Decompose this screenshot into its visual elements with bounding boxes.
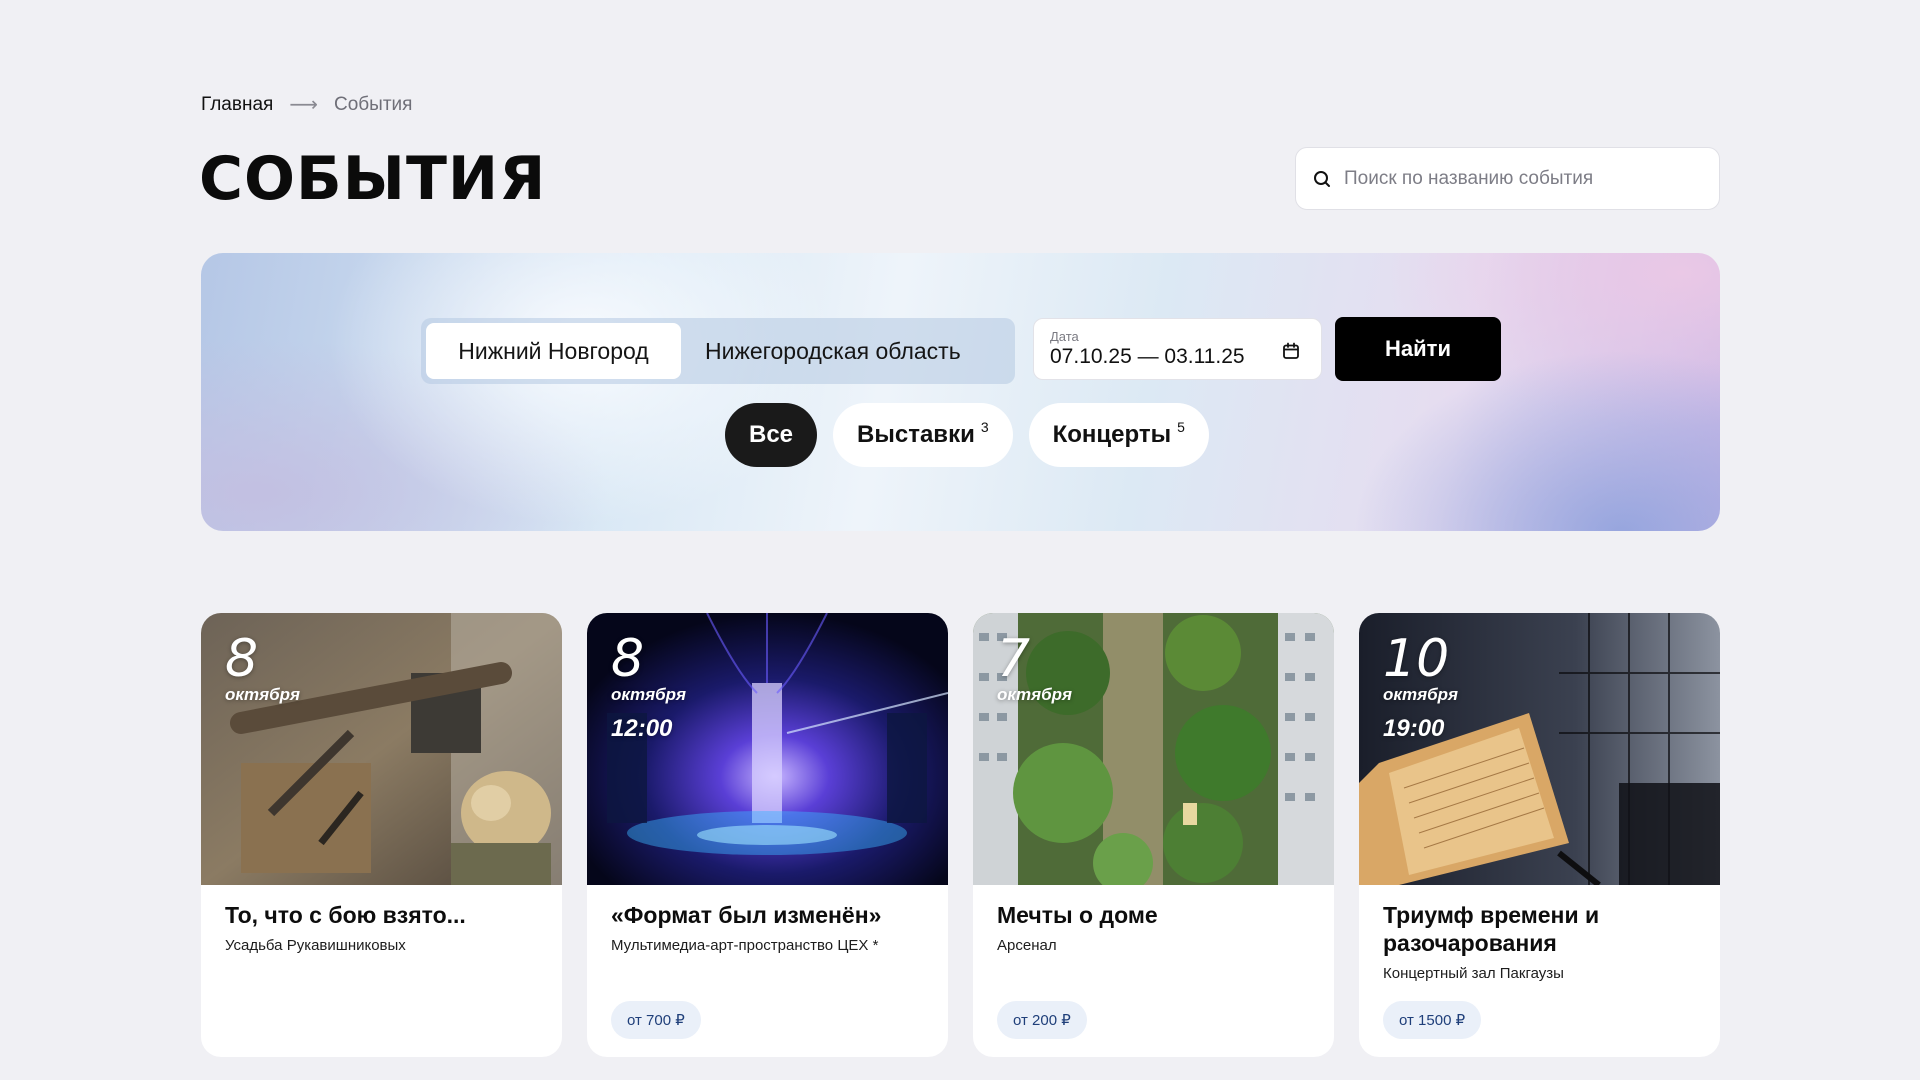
filter-panel: Нижний Новгород Нижегородская область Да… (201, 253, 1720, 531)
event-image: 7 октября (973, 613, 1334, 885)
breadcrumb: Главная ⟶ События (201, 92, 412, 117)
breadcrumb-current: События (334, 93, 413, 115)
search-input[interactable] (1344, 167, 1684, 190)
chip-concerts[interactable]: Концерты 5 (1028, 403, 1209, 467)
breadcrumb-home-link[interactable]: Главная (201, 94, 273, 116)
event-day: 7 (997, 629, 1031, 689)
event-venue: Концертный зал Пакгаузы (1383, 965, 1564, 982)
find-button[interactable]: Найти (1335, 317, 1501, 381)
event-day: 10 (1383, 629, 1450, 689)
page-title: СОБЫТИЯ (199, 144, 547, 214)
event-title: То, что с бою взято... (225, 902, 466, 928)
price-badge: от 700 ₽ (611, 1001, 701, 1039)
region-tab-nizhny-novgorod[interactable]: Нижний Новгород (426, 323, 681, 379)
event-title: Мечты о доме (997, 902, 1158, 928)
chip-exhibitions[interactable]: Выставки 3 (833, 403, 1013, 467)
chip-count: 3 (980, 419, 989, 435)
event-date: 7 октября (997, 631, 1072, 705)
search-box[interactable] (1295, 147, 1720, 210)
event-day: 8 (611, 629, 645, 689)
chip-count: 5 (1177, 419, 1185, 435)
event-title: «Формат был изменён» (611, 902, 882, 928)
region-switch: Нижний Новгород Нижегородская область (421, 318, 1015, 384)
chip-label: Выставки (857, 421, 975, 448)
calendar-icon[interactable] (1281, 341, 1301, 361)
search-icon (1314, 170, 1330, 187)
event-day: 8 (225, 629, 259, 689)
price-badge: от 200 ₽ (997, 1001, 1087, 1039)
event-card[interactable]: 10 октября 19:00 Триумф времени и разоча… (1359, 613, 1720, 1057)
chip-all[interactable]: Все (725, 403, 818, 467)
date-range-field[interactable]: Дата 07.10.25 — 03.11.25 (1033, 318, 1322, 380)
category-chips: Все Выставки 3 Концерты 5 (725, 403, 1209, 467)
event-card[interactable]: 8 октября 12:00 «Формат был изменён» Мул… (587, 613, 948, 1057)
breadcrumb-arrow-icon: ⟶ (289, 94, 318, 116)
event-venue: Арсенал (997, 937, 1057, 954)
event-month: октября (997, 685, 1073, 704)
event-date: 8 октября (225, 631, 300, 705)
event-image: 10 октября 19:00 (1359, 613, 1720, 885)
event-time: 12:00 (611, 715, 673, 742)
event-title: Триумф времени и разочарования (1383, 902, 1600, 956)
event-date: 8 октября 12:00 (611, 631, 686, 743)
chip-label: Концерты (1052, 421, 1172, 448)
event-image: 8 октября 12:00 (587, 613, 948, 885)
date-field-label: Дата (1050, 329, 1079, 344)
event-date: 10 октября 19:00 (1383, 631, 1458, 743)
event-card[interactable]: 8 октября То, что с бою взято... Усадьба… (201, 613, 562, 1057)
event-card[interactable]: 7 октября Мечты о доме Арсенал от 200 ₽ (973, 613, 1334, 1057)
event-venue: Мультимедиа-арт-пространство ЦЕХ * (611, 937, 879, 954)
event-venue: Усадьба Рукавишниковых (225, 937, 406, 954)
region-tab-nizhegorodskaya-oblast[interactable]: Нижегородская область (681, 323, 985, 379)
price-badge: от 1500 ₽ (1383, 1001, 1482, 1039)
chip-label: Все (749, 421, 794, 448)
event-month: октября (1383, 685, 1459, 704)
event-cards: 8 октября То, что с бою взято... Усадьба… (201, 613, 1720, 1057)
event-time: 19:00 (1383, 715, 1445, 742)
event-month: октября (225, 685, 301, 704)
date-field-value: 07.10.25 — 03.11.25 (1050, 345, 1245, 368)
event-image: 8 октября (201, 613, 562, 885)
event-month: октября (611, 685, 687, 704)
